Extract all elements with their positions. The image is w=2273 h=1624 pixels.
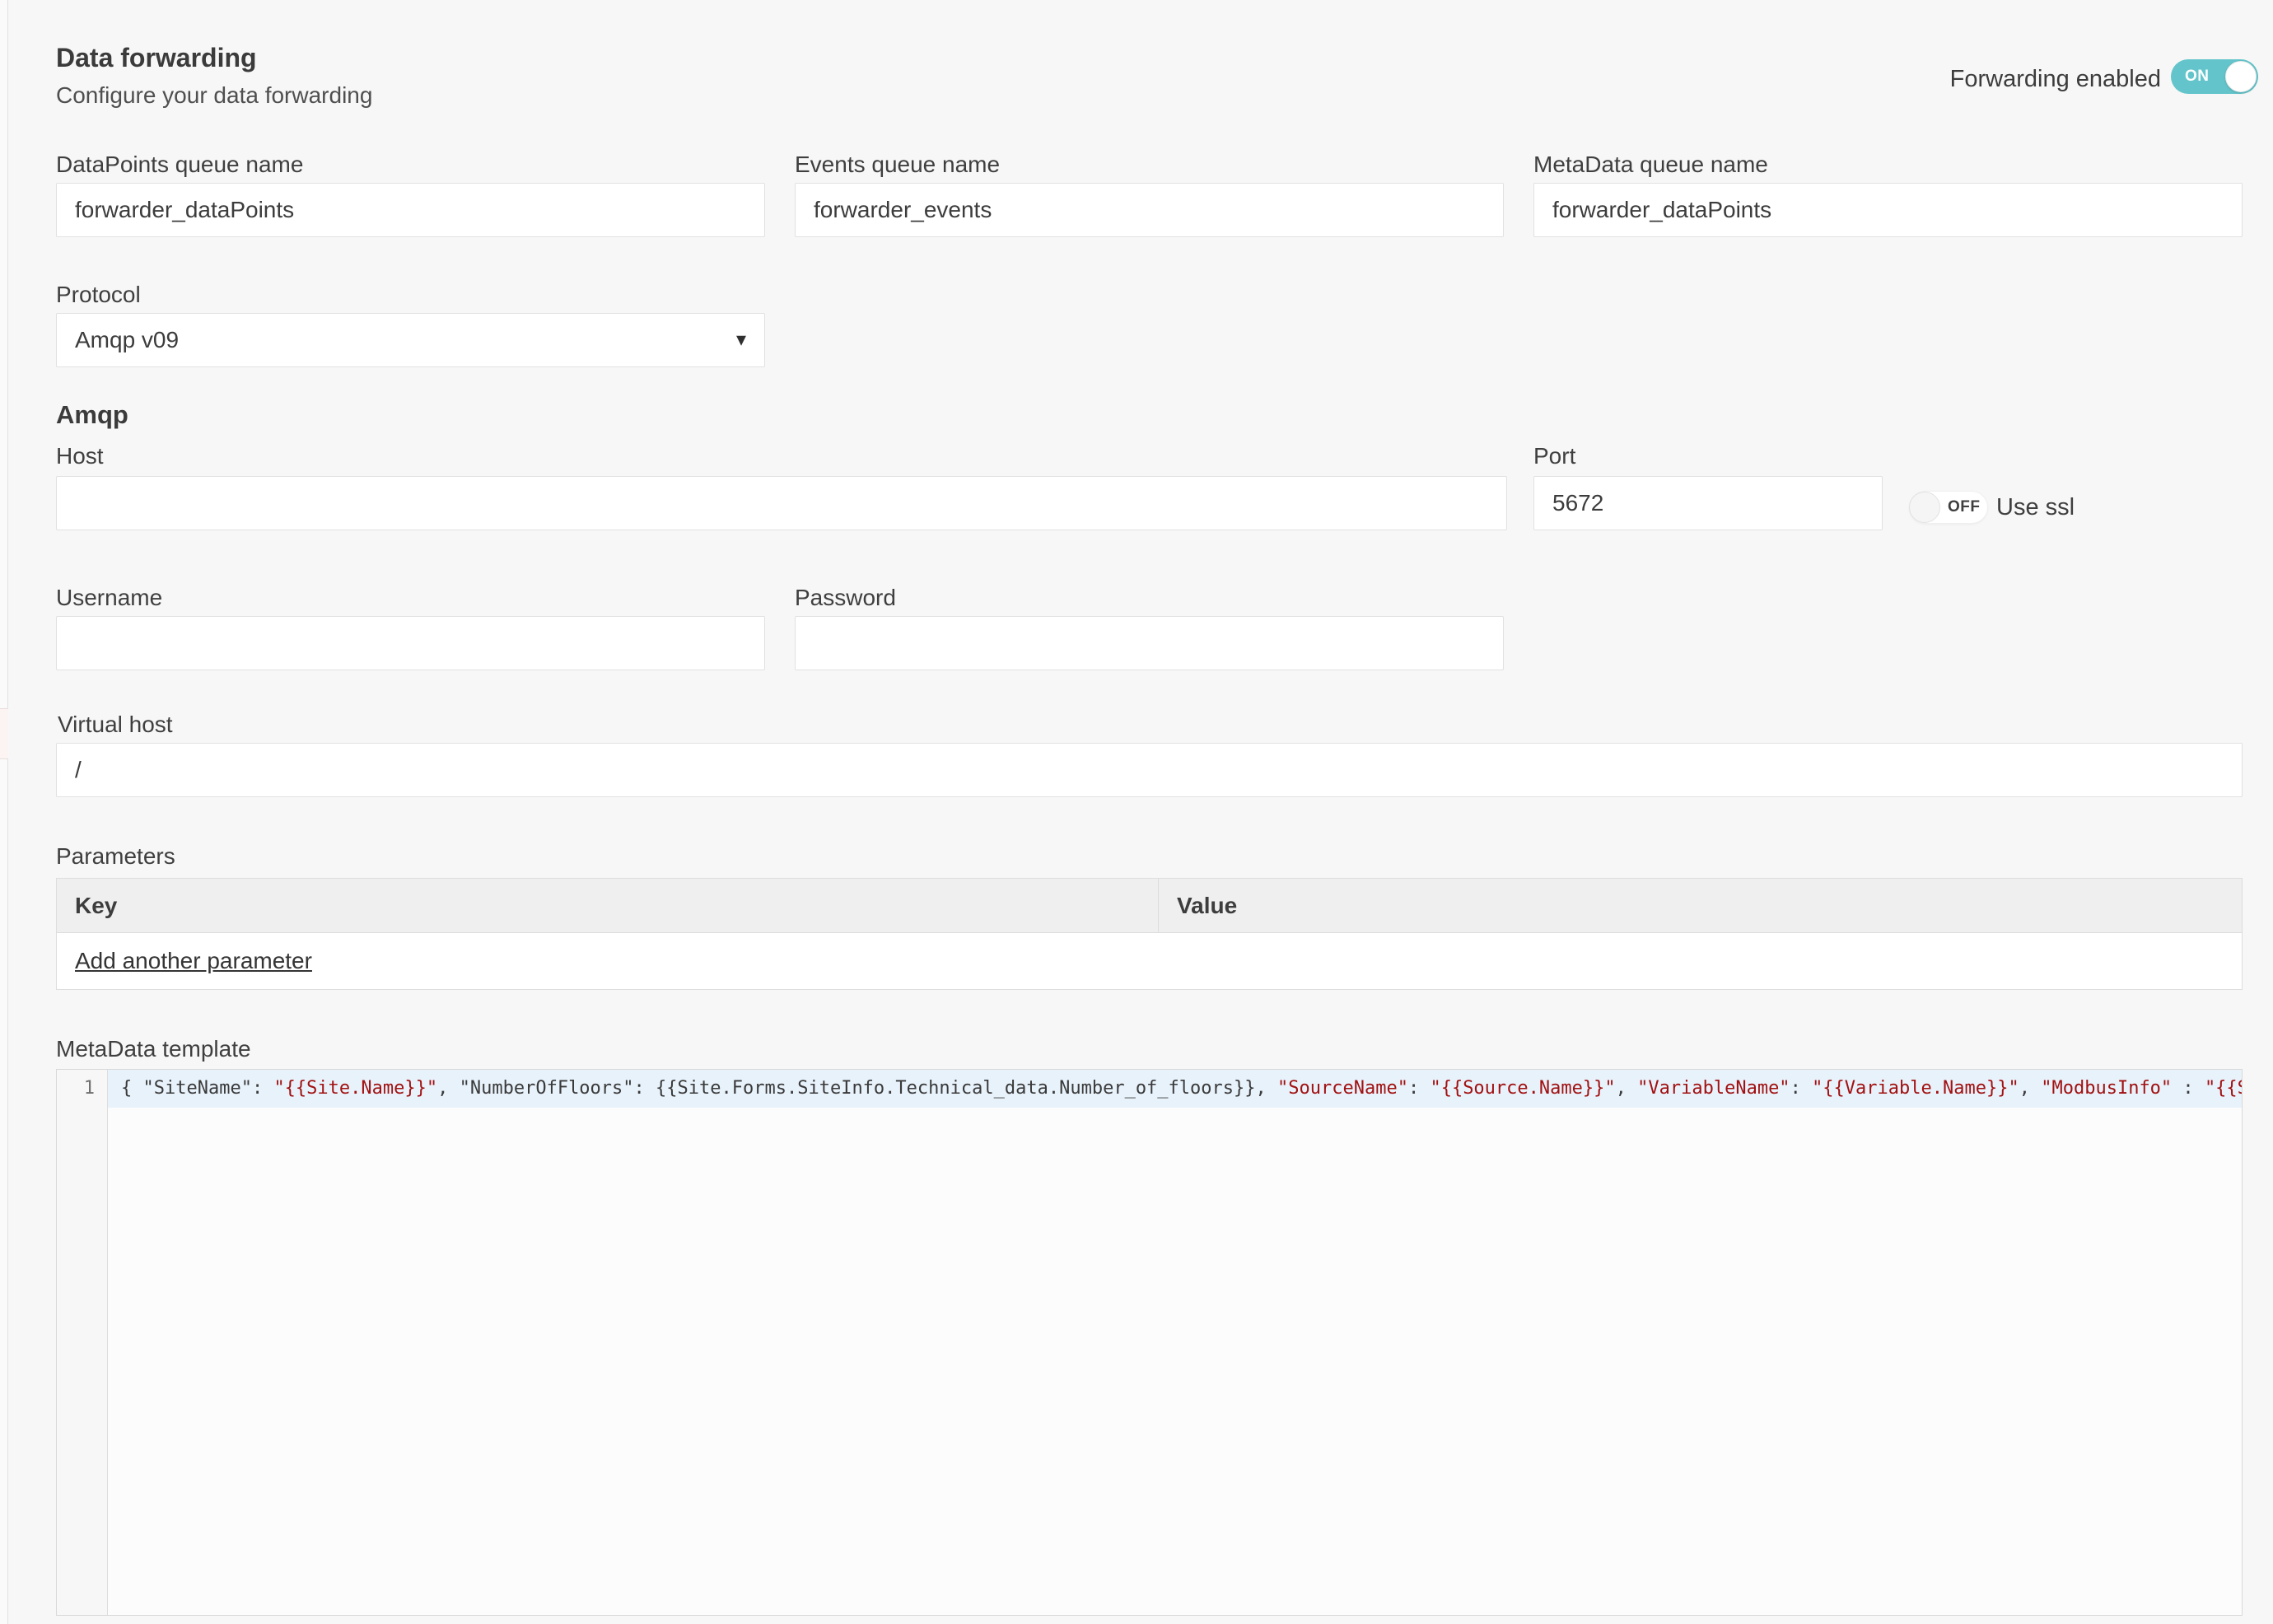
datapoints-queue-input[interactable] <box>56 183 765 237</box>
parameters-value-column-header: Value <box>1158 879 2242 932</box>
metadata-queue-input[interactable] <box>1533 183 2243 237</box>
virtual-host-input[interactable] <box>56 743 2243 797</box>
data-forwarding-page: Data forwarding Configure your data forw… <box>0 0 2273 1624</box>
use-ssl-toggle[interactable]: OFF <box>1909 491 1988 524</box>
password-input[interactable] <box>795 616 1504 670</box>
host-label: Host <box>56 443 104 469</box>
parameters-table-header: Key Value <box>57 879 2242 933</box>
username-input[interactable] <box>56 616 765 670</box>
events-queue-label: Events queue name <box>795 152 1001 177</box>
events-queue-input[interactable] <box>795 183 1504 237</box>
toggle-off-text: OFF <box>1948 498 1981 516</box>
code-line: { "SiteName": "{{Site.Name}}", "NumberOf… <box>121 1078 2242 1099</box>
port-label: Port <box>1533 443 1576 469</box>
toggle-knob <box>1909 492 1940 523</box>
toggle-knob <box>2225 61 2257 92</box>
use-ssl-label: Use ssl <box>1996 494 2075 520</box>
host-input[interactable] <box>56 476 1507 530</box>
editor-gutter <box>57 1070 108 1615</box>
parameters-table: Key Value Add another parameter <box>56 878 2243 990</box>
parameters-label: Parameters <box>56 843 175 869</box>
left-panel-highlight <box>0 708 8 759</box>
protocol-selected-value: Amqp v09 <box>75 327 180 352</box>
datapoints-queue-label: DataPoints queue name <box>56 152 304 177</box>
forwarding-enabled-toggle[interactable]: ON <box>2171 59 2258 94</box>
metadata-template-editor[interactable]: 1 { "SiteName": "{{Site.Name}}", "Number… <box>56 1069 2243 1616</box>
left-panel-edge <box>0 0 8 1624</box>
username-label: Username <box>56 585 163 610</box>
parameters-table-row: Add another parameter <box>57 933 2242 989</box>
amqp-section-title: Amqp <box>56 400 128 429</box>
line-number: 1 <box>83 1078 95 1099</box>
metadata-template-label: MetaData template <box>56 1036 251 1062</box>
chevron-down-icon: ▾ <box>735 329 746 351</box>
virtual-host-label: Virtual host <box>58 712 173 737</box>
parameters-key-column-header: Key <box>75 893 118 918</box>
metadata-queue-label: MetaData queue name <box>1533 152 1768 177</box>
add-parameter-link[interactable]: Add another parameter <box>75 948 312 974</box>
port-input[interactable] <box>1533 476 1883 530</box>
toggle-on-text: ON <box>2185 68 2210 85</box>
protocol-select[interactable]: Amqp v09 ▾ <box>56 313 765 367</box>
password-label: Password <box>795 585 896 610</box>
page-title: Data forwarding <box>56 43 257 72</box>
forwarding-enabled-label: Forwarding enabled <box>1949 66 2161 92</box>
page-subtitle: Configure your data forwarding <box>56 82 373 108</box>
protocol-label: Protocol <box>56 282 141 307</box>
